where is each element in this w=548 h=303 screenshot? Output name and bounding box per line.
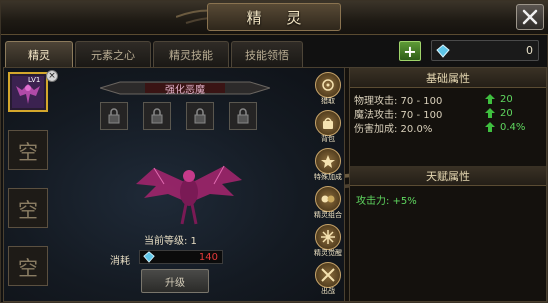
remove-spirit-button[interactable]: × (46, 70, 58, 82)
plus-icon: + (403, 41, 417, 61)
bag-button[interactable]: 背包 (310, 110, 346, 148)
arrow-up-icon (485, 94, 495, 104)
talent-attributes-header: 天赋属性 (350, 166, 546, 186)
diamond-icon (436, 43, 450, 58)
title-bar: 精 灵 (1, 1, 548, 302)
combo-icon (321, 195, 335, 203)
tab-spirit[interactable]: 精灵 (5, 41, 73, 67)
bag-icon (323, 117, 333, 129)
lock-icon (194, 108, 206, 124)
talent-attribute: 攻击力: +5% (356, 196, 417, 207)
spirit-name-banner: 强化恶魔 (100, 80, 270, 96)
attribute-panel: 基础属性 物理攻击: 70 - 100 20 魔法攻击: 70 - 100 20… (349, 67, 547, 302)
tab-skill-comprehend[interactable]: 技能领悟 (231, 41, 303, 67)
spirit-slot-list: LV1 × 空 空 空 (8, 70, 58, 303)
bag-label: 背包 (321, 135, 335, 143)
spirit-slot-2[interactable]: 空 (8, 130, 48, 170)
spirit-window: 精 灵 精灵 元素之心 精灵技能 技能领悟 + 0 LV1 × 空 空 空 强化… (0, 0, 548, 303)
spirit-slot-3[interactable]: 空 (8, 188, 48, 228)
spirit-awaken-button[interactable]: 精灵觉醒 (310, 224, 346, 262)
slot-level: LV1 (28, 76, 41, 84)
attribute-row: 魔法攻击: 70 - 100 20 (354, 106, 542, 121)
attribute-row: 伤害加成: 20.0% 0.4% (354, 120, 542, 135)
awaken-icon (321, 230, 335, 244)
consume-value: 140 (198, 251, 218, 263)
locked-skill-slot[interactable] (186, 102, 214, 130)
arrow-up-icon (485, 122, 495, 132)
close-icon (522, 9, 538, 25)
bonus-label: 特殊加成 (314, 173, 342, 181)
title-plate: 精 灵 (207, 3, 341, 31)
bonus-icon (321, 155, 335, 168)
battle-icon (321, 268, 335, 282)
tab-spirit-skills[interactable]: 精灵技能 (153, 41, 229, 67)
tab-element-heart[interactable]: 元素之心 (75, 41, 151, 67)
lock-icon (151, 108, 163, 124)
diamond-icon (143, 251, 155, 263)
demon-model (136, 165, 242, 225)
add-currency-button[interactable]: + (399, 41, 421, 61)
hunt-label: 猎取 (321, 97, 335, 105)
awaken-label: 精灵觉醒 (314, 249, 342, 257)
hunt-button[interactable]: 猎取 (310, 72, 346, 110)
current-level: 当前等级: 1 (144, 236, 197, 247)
currency-value: 0 (526, 44, 533, 57)
base-attributes-header: 基础属性 (350, 68, 546, 88)
upgrade-button[interactable]: 升级 (141, 269, 209, 293)
window-title: 精 灵 (246, 8, 312, 27)
locked-skill-slot[interactable] (100, 102, 128, 130)
base-attribute-list: 物理攻击: 70 - 100 20 魔法攻击: 70 - 100 20 伤害加成… (350, 88, 546, 138)
arrow-up-icon (485, 108, 495, 118)
combo-label: 精灵组合 (314, 211, 342, 219)
attribute-name: 魔法攻击: 70 - 100 (354, 109, 443, 121)
side-action-buttons: 猎取 背包 特殊加成 精灵组合 精灵觉醒 出战 (310, 72, 346, 300)
attribute-increase: 20 (500, 93, 513, 105)
currency-display: 0 (431, 40, 539, 61)
consume-label: 消耗 (110, 256, 130, 267)
attribute-row: 物理攻击: 70 - 100 20 (354, 92, 542, 107)
hunt-icon (322, 79, 334, 91)
spirit-slot-4[interactable]: 空 (8, 246, 48, 286)
attribute-increase: 0.4% (500, 121, 526, 133)
spirit-slot-1[interactable]: LV1 × (8, 70, 58, 112)
attribute-name: 伤害加成: 20.0% (354, 123, 433, 135)
spirit-combo-button[interactable]: 精灵组合 (310, 186, 346, 224)
locked-skill-slot[interactable] (143, 102, 171, 130)
tab-bar: 精灵 元素之心 精灵技能 技能领悟 (5, 41, 303, 67)
attribute-name: 物理攻击: 70 - 100 (354, 95, 443, 107)
battle-button[interactable]: 出战 (310, 262, 346, 300)
spirit-name: 强化恶魔 (165, 84, 205, 96)
lock-icon (108, 108, 120, 124)
spirit-main-panel: LV1 × 空 空 空 强化恶魔 当前等级: 1 消耗 140 升级 猎取 背包… (3, 67, 345, 302)
consume-cost: 140 (139, 250, 223, 264)
special-bonus-button[interactable]: 特殊加成 (310, 148, 346, 186)
lock-icon (237, 108, 249, 124)
battle-label: 出战 (321, 287, 335, 295)
locked-skill-slots (100, 102, 257, 130)
locked-skill-slot[interactable] (229, 102, 257, 130)
close-button[interactable] (516, 4, 544, 30)
attribute-increase: 20 (500, 107, 513, 119)
